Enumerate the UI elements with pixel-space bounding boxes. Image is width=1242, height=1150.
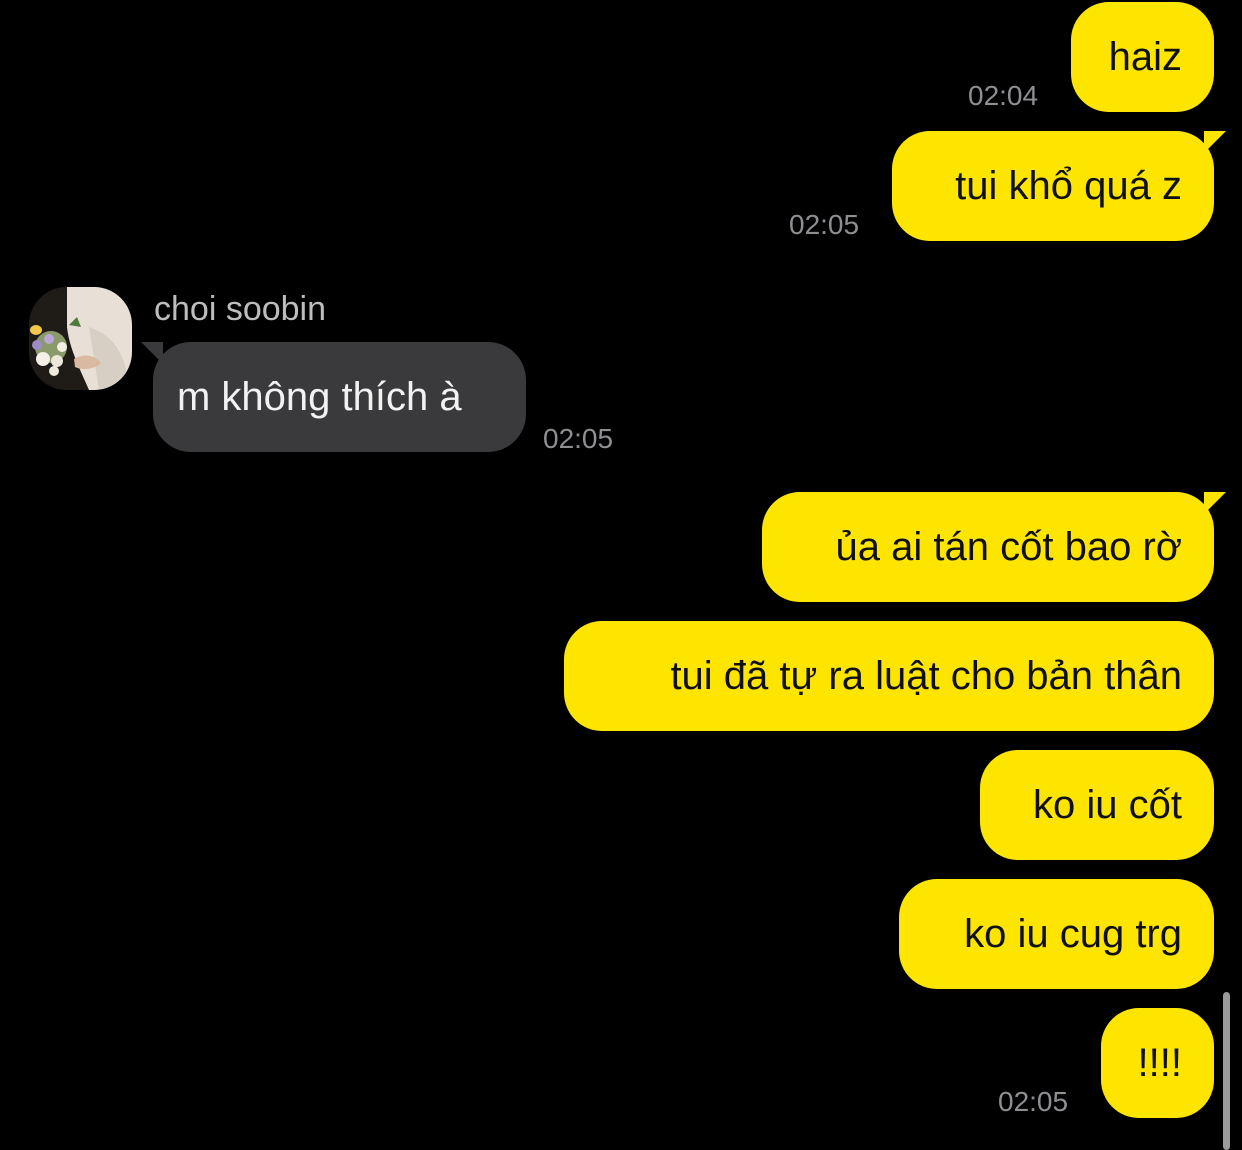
scrollbar[interactable] bbox=[1223, 992, 1230, 1150]
chat-thread: haiz 02:04 tui khổ quá z 02:05 choi soob… bbox=[0, 0, 1242, 1150]
message-text: tui khổ quá z bbox=[955, 163, 1182, 208]
my-message-bubble[interactable]: tui đã tự ra luật cho bản thân bbox=[564, 621, 1214, 731]
their-message-bubble[interactable]: m không thích à bbox=[141, 342, 526, 452]
sender-name: choi soobin bbox=[154, 290, 327, 328]
my-message-bubble[interactable]: ko iu cug trg bbox=[899, 879, 1214, 989]
message-text: tui đã tự ra luật cho bản thân bbox=[670, 653, 1182, 698]
message-text: haiz bbox=[1108, 34, 1182, 79]
message-text: ủa ai tán cốt bao rờ bbox=[835, 524, 1182, 569]
message-text: !!!! bbox=[1137, 1040, 1182, 1085]
message-text: ko iu cug trg bbox=[964, 911, 1182, 956]
my-message-bubble[interactable]: tui khổ quá z bbox=[892, 131, 1226, 241]
message-timestamp: 02:05 bbox=[998, 1086, 1069, 1117]
message-timestamp: 02:05 bbox=[543, 423, 614, 454]
message-timestamp: 02:05 bbox=[789, 209, 860, 240]
my-message-bubble[interactable]: ko iu cốt bbox=[980, 750, 1214, 860]
message-text: m không thích à bbox=[177, 374, 462, 419]
my-message-bubble[interactable]: haiz bbox=[1071, 2, 1214, 112]
sender-avatar[interactable] bbox=[29, 287, 132, 390]
my-message-bubble[interactable]: ủa ai tán cốt bao rờ bbox=[762, 492, 1226, 602]
message-text: ko iu cốt bbox=[1033, 782, 1182, 827]
message-timestamp: 02:04 bbox=[968, 80, 1039, 111]
my-message-bubble[interactable]: !!!! bbox=[1101, 1008, 1214, 1118]
avatar-photo-icon bbox=[29, 287, 132, 390]
